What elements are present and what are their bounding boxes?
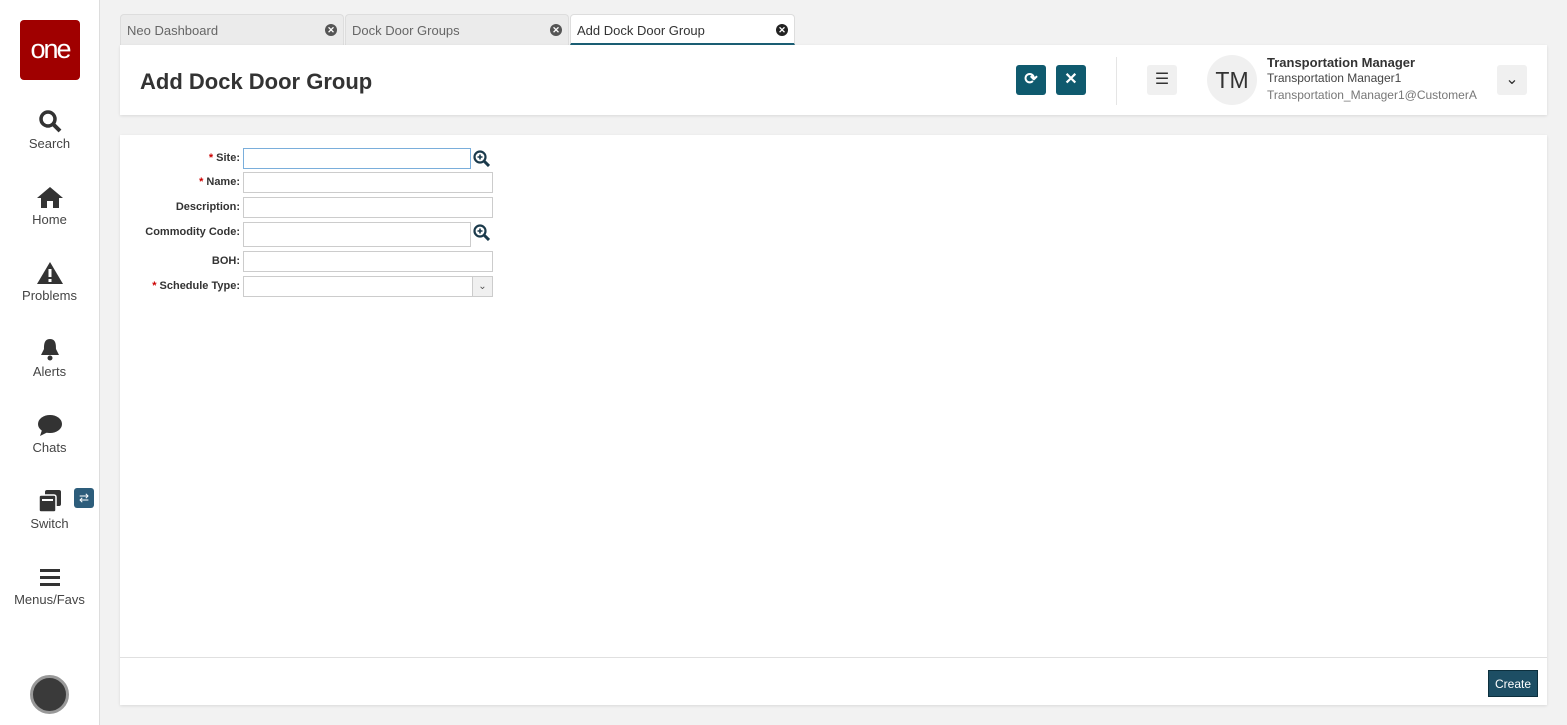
close-tab-icon[interactable]: ✕ xyxy=(325,24,337,36)
refresh-button[interactable]: ⟳ xyxy=(1016,65,1046,95)
refresh-icon: ⟳ xyxy=(1024,71,1038,88)
sidebar-item-label: Problems xyxy=(22,288,77,303)
tab-label: Dock Door Groups xyxy=(352,23,460,38)
name-label: * Name: xyxy=(199,176,240,188)
close-tab-icon[interactable]: ✕ xyxy=(776,24,788,36)
chevron-down-icon: ⌄ xyxy=(1505,71,1519,88)
user-name: Transportation Manager1 xyxy=(1267,71,1402,85)
menu-icon: ☰ xyxy=(1154,71,1170,88)
sidebar-item-label: Chats xyxy=(32,440,67,455)
site-label: * Site: xyxy=(208,152,240,164)
switch-windows-icon xyxy=(37,490,61,513)
sidebar-item-label: Home xyxy=(32,212,67,227)
boh-row: BOH: xyxy=(120,251,520,272)
chevron-down-icon: ⌄ xyxy=(472,277,492,296)
name-row: * Name: xyxy=(120,172,520,193)
footer-divider xyxy=(120,657,1547,658)
schedule-type-row: * Schedule Type: ⌄ xyxy=(120,276,520,297)
tab-neo-dashboard[interactable]: Neo Dashboard ✕ xyxy=(120,14,344,45)
sidebar-item-problems[interactable]: Problems xyxy=(0,260,99,303)
tab-label: Neo Dashboard xyxy=(127,23,219,38)
page-menu-button[interactable]: ☰ xyxy=(1147,65,1177,95)
description-input[interactable] xyxy=(243,197,493,218)
close-tab-icon[interactable]: ✕ xyxy=(550,24,562,36)
commodity-code-label: Commodity Code: xyxy=(145,226,240,238)
home-icon xyxy=(36,187,63,208)
page-title: Add Dock Door Group xyxy=(140,69,373,94)
form-panel: * Site: * Name: Description: Commodity Cod… xyxy=(120,135,1547,705)
schedule-type-label: * Schedule Type: xyxy=(152,280,240,292)
create-button[interactable]: Create xyxy=(1488,670,1538,697)
sidebar-item-alerts[interactable]: Alerts xyxy=(0,336,99,379)
boh-label: BOH: xyxy=(211,255,240,267)
sidebar-item-chats[interactable]: Chats xyxy=(0,412,99,455)
user-avatar[interactable]: TM xyxy=(1207,55,1257,105)
chat-icon xyxy=(37,415,62,436)
close-button[interactable]: ✕ xyxy=(1056,65,1086,95)
menu-icon xyxy=(39,569,60,586)
site-row: * Site: xyxy=(120,148,520,169)
sidebar-item-search[interactable]: Search xyxy=(0,108,99,151)
warning-icon xyxy=(36,262,63,284)
lookup-icon[interactable] xyxy=(473,150,490,167)
user-org: Transportation_Manager1@CustomerA xyxy=(1267,88,1477,102)
assistant-avatar[interactable] xyxy=(30,675,69,714)
sidebar-item-home[interactable]: Home xyxy=(0,184,99,227)
tab-label: Add Dock Door Group xyxy=(577,23,705,38)
description-label: Description: xyxy=(175,201,240,213)
divider xyxy=(1116,57,1117,105)
schedule-type-select[interactable]: ⌄ xyxy=(243,276,493,297)
sidebar-item-label: Menus/Favs xyxy=(14,592,85,607)
site-input[interactable] xyxy=(243,148,471,169)
name-input[interactable] xyxy=(243,172,493,193)
sidebar-item-label: Alerts xyxy=(32,364,67,379)
sidebar-item-label: Search xyxy=(28,136,71,151)
commodity-code-input[interactable] xyxy=(243,222,471,247)
boh-input[interactable] xyxy=(243,251,493,272)
user-menu-button[interactable]: ⌄ xyxy=(1497,65,1527,95)
commodity-code-row: Commodity Code: xyxy=(120,222,520,247)
user-role: Transportation Manager xyxy=(1267,55,1416,70)
page-header: Add Dock Door Group ⟳ ✕ ☰ TM Transportat… xyxy=(120,45,1547,115)
app-logo[interactable]: one xyxy=(20,20,80,80)
lookup-icon[interactable] xyxy=(473,224,490,241)
description-row: Description: xyxy=(120,197,520,218)
sidebar-item-menus[interactable]: Menus/Favs xyxy=(0,564,99,607)
sidebar: one Search Home Problems Alerts Chats Sw… xyxy=(0,0,100,725)
switch-badge[interactable]: ⇄ xyxy=(74,488,94,508)
tab-add-dock-door-group[interactable]: Add Dock Door Group ✕ xyxy=(570,14,795,45)
bell-icon xyxy=(40,339,59,361)
search-icon xyxy=(38,110,61,133)
tab-dock-door-groups[interactable]: Dock Door Groups ✕ xyxy=(345,14,569,45)
close-icon: ✕ xyxy=(1064,71,1078,88)
sidebar-item-label: Switch xyxy=(30,516,69,531)
